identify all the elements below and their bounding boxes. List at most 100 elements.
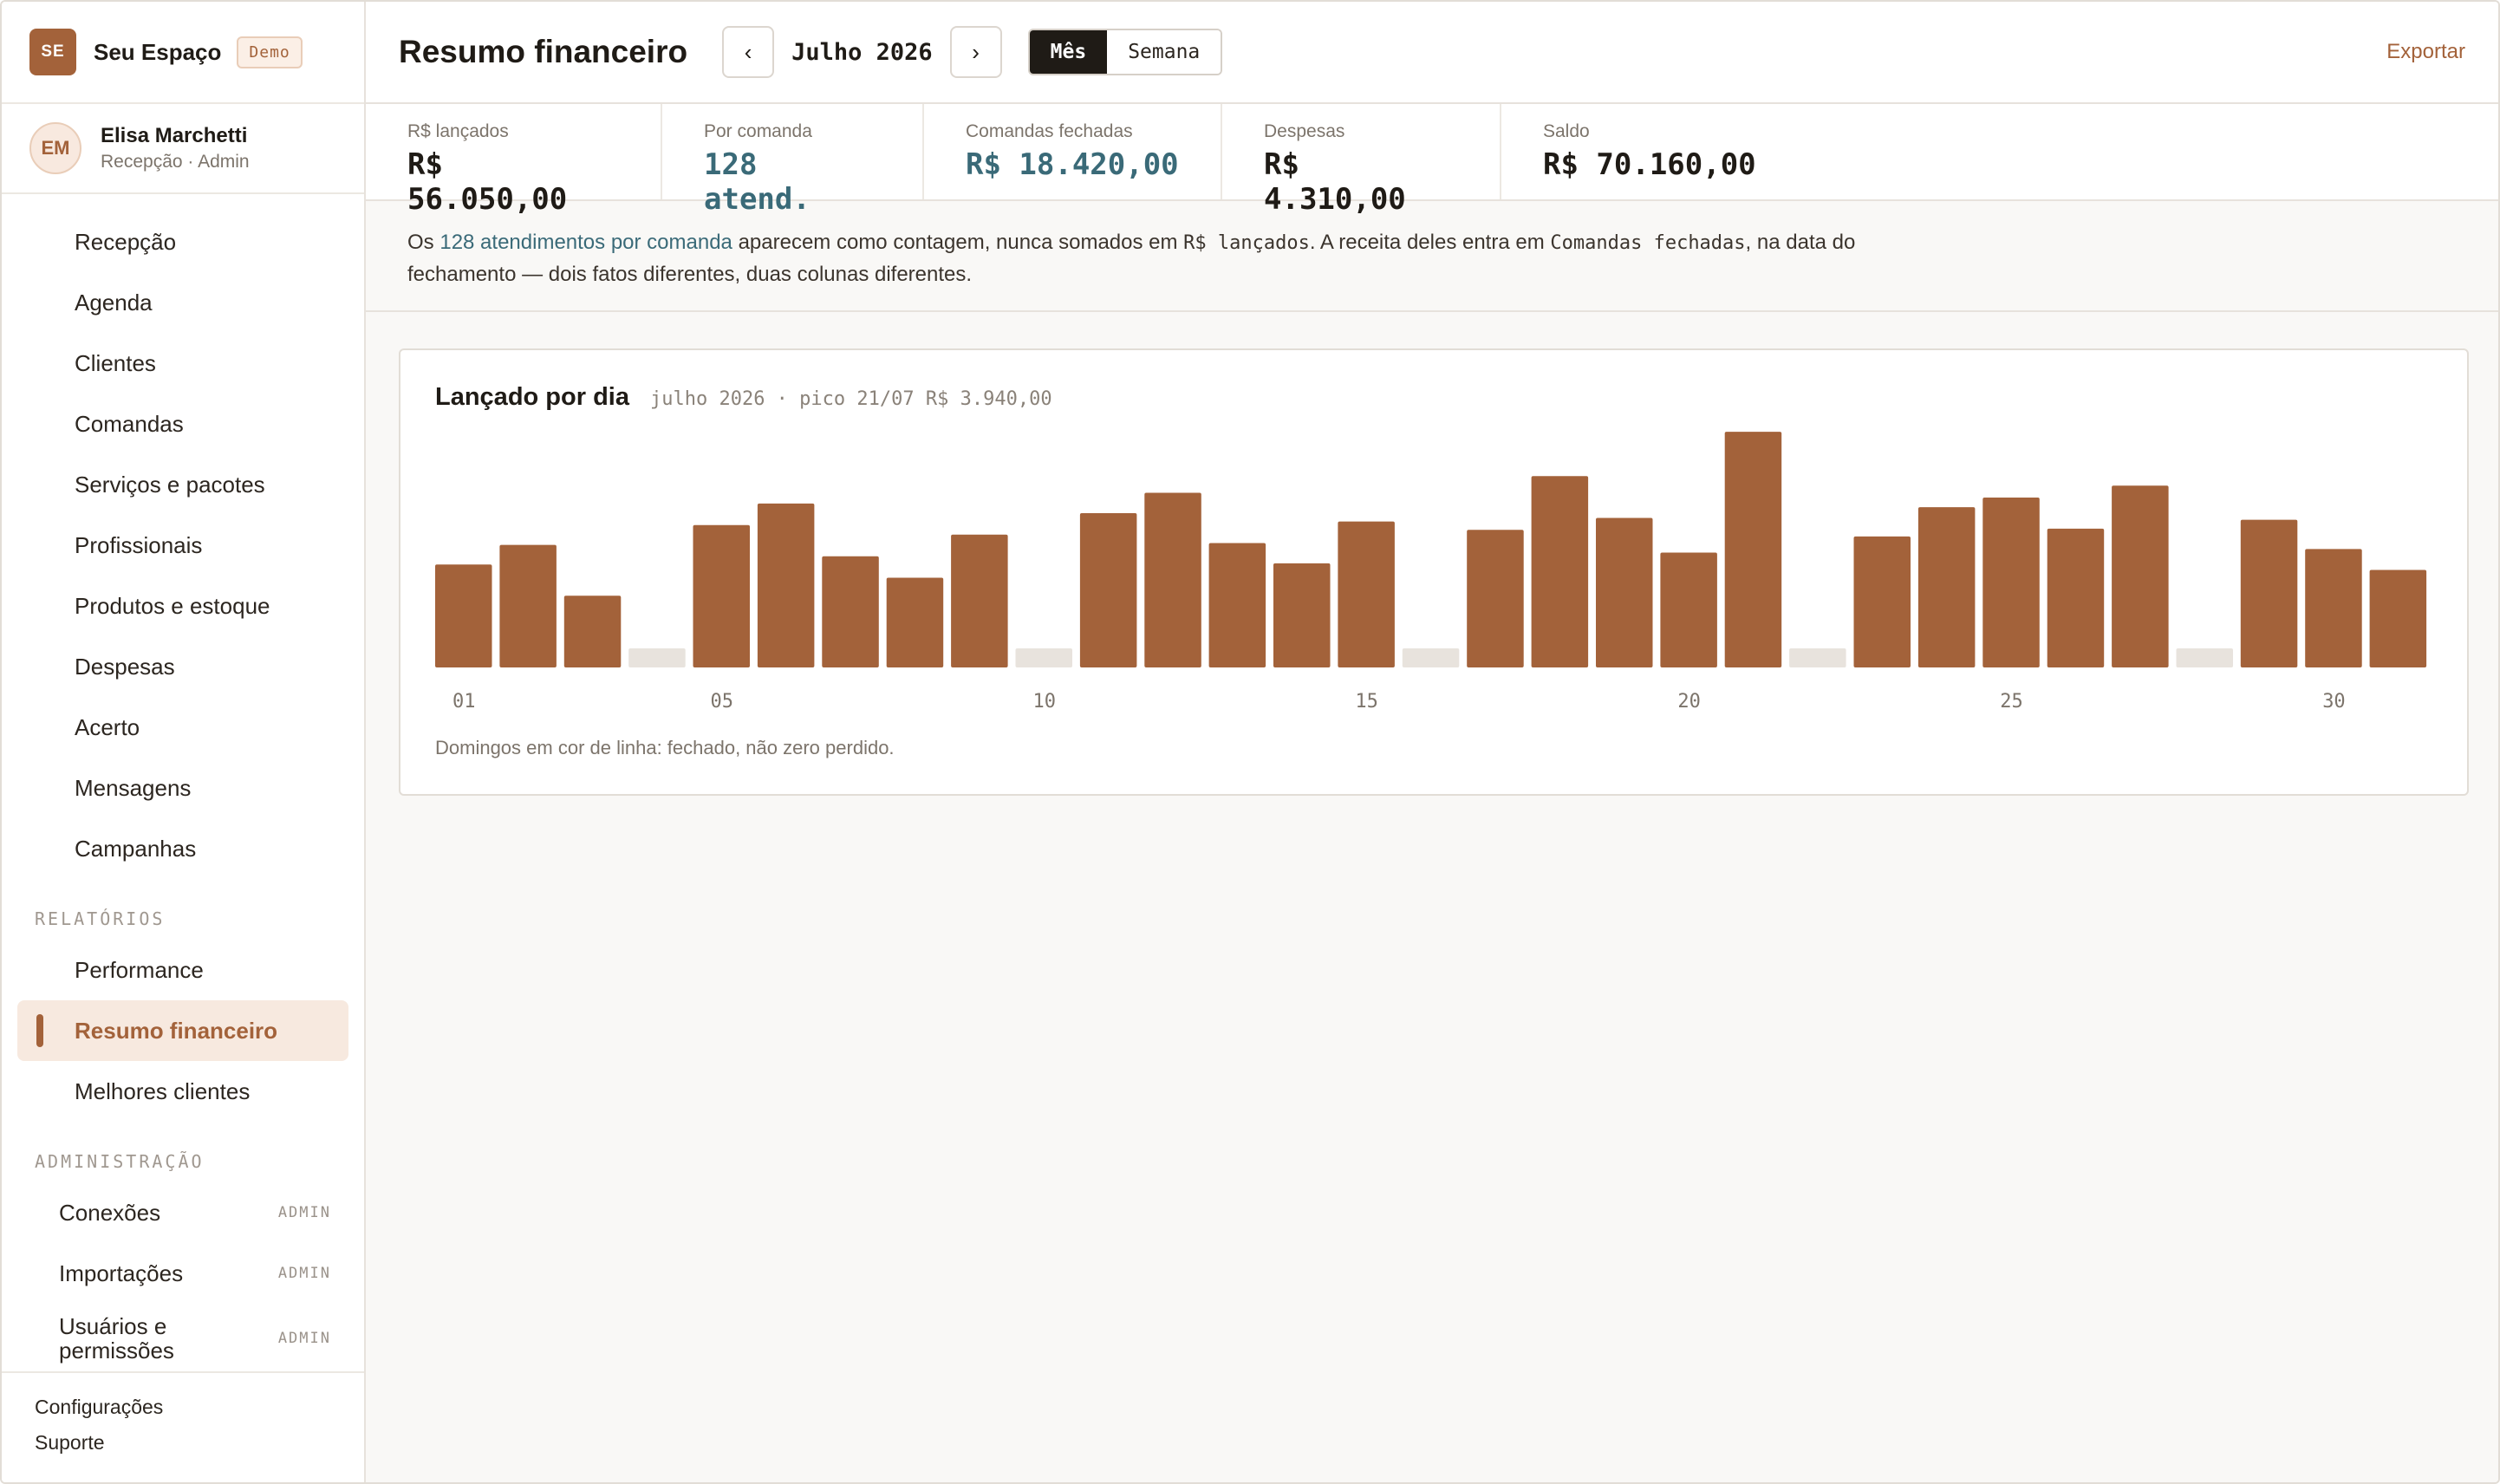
sidebar-item-label: Conexões bbox=[59, 1199, 161, 1226]
chart-bar[interactable] bbox=[2112, 485, 2169, 667]
info-note: Os 128 atendimentos por comanda aparecem… bbox=[366, 201, 2498, 312]
note-text: Os bbox=[407, 231, 440, 254]
sidebar-item-label: Produtos e estoque bbox=[75, 592, 270, 619]
user-info: Elisa Marchetti Recepção · Admin bbox=[101, 124, 250, 172]
x-tick-label: 25 bbox=[2000, 691, 2023, 713]
chart-bar[interactable] bbox=[1724, 432, 1782, 667]
sidebar-item-label: Agenda bbox=[75, 289, 153, 316]
sidebar-item-melhores-clientes[interactable]: Melhores clientes bbox=[17, 1061, 348, 1122]
chart-bar[interactable] bbox=[693, 524, 751, 667]
chart-bar[interactable] bbox=[1982, 498, 2040, 667]
sidebar-item-label: Performance bbox=[75, 956, 204, 983]
user-role: Recepção · Admin bbox=[101, 152, 250, 172]
sidebar-item-resumo-financeiro[interactable]: Resumo financeiro bbox=[17, 1000, 348, 1061]
kpi-label: Despesas bbox=[1264, 121, 1345, 141]
chart-bar-closed-day[interactable] bbox=[1015, 648, 1073, 667]
support-link[interactable]: Suporte bbox=[35, 1431, 364, 1455]
chart-bar-closed-day[interactable] bbox=[628, 648, 686, 667]
sidebar-item-label: Melhores clientes bbox=[75, 1077, 251, 1104]
chart-footnote: Domingos em cor de linha: fechado, não z… bbox=[435, 737, 895, 758]
chart-bar[interactable] bbox=[2369, 570, 2427, 668]
chart-bar[interactable] bbox=[822, 556, 879, 667]
section-title-relatorios: RELATÓRIOS bbox=[35, 908, 166, 929]
x-tick-label: 01 bbox=[452, 691, 476, 713]
sidebar: SE Seu Espaço Demo EM Elisa Marchetti Re… bbox=[2, 2, 366, 1482]
chart-bar[interactable] bbox=[1853, 536, 1911, 667]
chevron-left-icon: ‹ bbox=[744, 38, 752, 65]
chart-bar[interactable] bbox=[757, 503, 815, 667]
chart-bar[interactable] bbox=[1531, 476, 1589, 667]
settings-link[interactable]: Configurações bbox=[35, 1396, 364, 1419]
x-tick-label: 05 bbox=[711, 691, 734, 713]
sidebar-item-mensagens[interactable]: Mensagens bbox=[17, 758, 348, 818]
chart-bar[interactable] bbox=[886, 577, 944, 668]
chart-bar[interactable] bbox=[951, 534, 1008, 667]
brand-logo: SE bbox=[29, 29, 76, 75]
kpi-saldo: Saldo R$ 70.160,00 bbox=[1501, 104, 1798, 199]
next-period-button[interactable]: › bbox=[949, 26, 1002, 78]
chart-bar[interactable] bbox=[1079, 513, 1137, 667]
chart-bar[interactable] bbox=[1208, 543, 1266, 668]
sidebar-item-label: Acerto bbox=[75, 713, 140, 740]
sidebar-item-usuarios[interactable]: Usuários e permissões ADMIN bbox=[2, 1304, 364, 1373]
chart-bar[interactable] bbox=[1273, 563, 1331, 667]
mode-month-button[interactable]: Mês bbox=[1029, 30, 1108, 74]
sidebar-item-importacoes[interactable]: Importações ADMIN bbox=[2, 1243, 364, 1304]
sidebar-item-label: Resumo financeiro bbox=[75, 1017, 278, 1044]
kpi-comandas-fechadas: Comandas fechadas R$ 18.420,00 bbox=[924, 104, 1222, 199]
avatar: EM bbox=[29, 122, 81, 174]
sidebar-item-clientes[interactable]: Clientes bbox=[17, 333, 348, 394]
chart-bar[interactable] bbox=[1144, 492, 1201, 668]
sidebar-item-label: Serviços e pacotes bbox=[75, 471, 265, 498]
sidebar-item-produtos[interactable]: Produtos e estoque bbox=[17, 576, 348, 636]
top-bar: Resumo financeiro ‹ Julho 2026 › Mês Sem… bbox=[366, 2, 2498, 104]
chart-bar[interactable] bbox=[1917, 507, 1976, 667]
note-code: R$ lançados bbox=[1183, 232, 1310, 254]
card-title: Lançado por dia bbox=[435, 383, 629, 411]
chart-bar[interactable] bbox=[1596, 517, 1653, 668]
note-text: . A receita deles entra em bbox=[1309, 231, 1551, 254]
user-name: Elisa Marchetti bbox=[101, 124, 248, 147]
chart-bar[interactable] bbox=[1467, 530, 1524, 667]
mode-week-button[interactable]: Semana bbox=[1107, 30, 1221, 74]
chart-bar-closed-day[interactable] bbox=[1402, 648, 1460, 667]
kpi-value: 128 atend. bbox=[704, 147, 811, 217]
export-button[interactable]: Exportar bbox=[2386, 40, 2465, 64]
app-window: SE Seu Espaço Demo EM Elisa Marchetti Re… bbox=[0, 0, 2500, 1484]
sidebar-item-profissionais[interactable]: Profissionais bbox=[17, 515, 348, 576]
sidebar-item-recepcao[interactable]: Recepção bbox=[17, 212, 348, 272]
sidebar-item-performance[interactable]: Performance bbox=[17, 940, 348, 1000]
admin-tag: ADMIN bbox=[277, 1330, 331, 1347]
kpi-value: R$ 4.310,00 bbox=[1264, 147, 1406, 217]
chart-bar[interactable] bbox=[1660, 552, 1717, 668]
chart-bar-closed-day[interactable] bbox=[2176, 648, 2234, 667]
card-subtitle: julho 2026 · pico 21/07 R$ 3.940,00 bbox=[649, 388, 1052, 410]
chart-bar[interactable] bbox=[1338, 521, 1395, 667]
user-card[interactable]: EM Elisa Marchetti Recepção · Admin bbox=[2, 104, 364, 194]
sidebar-item-despesas[interactable]: Despesas bbox=[17, 636, 348, 697]
sidebar-item-comandas[interactable]: Comandas bbox=[17, 394, 348, 454]
demo-badge: Demo bbox=[237, 36, 303, 68]
kpi-label: Por comanda bbox=[704, 121, 812, 141]
chart-bar[interactable] bbox=[499, 544, 557, 667]
note-link[interactable]: 128 atendimentos por comanda bbox=[439, 231, 732, 254]
sidebar-item-conexoes[interactable]: Conexões ADMIN bbox=[2, 1182, 364, 1243]
page-title: Resumo financeiro bbox=[399, 34, 688, 69]
chart-bar[interactable] bbox=[435, 564, 492, 667]
chevron-right-icon: › bbox=[972, 38, 980, 65]
brand-header: SE Seu Espaço Demo bbox=[2, 2, 364, 104]
sidebar-item-campanhas[interactable]: Campanhas bbox=[17, 818, 348, 879]
main-content: Resumo financeiro ‹ Julho 2026 › Mês Sem… bbox=[366, 2, 2498, 1482]
chart-bar-closed-day[interactable] bbox=[1789, 648, 1846, 667]
sidebar-item-label: Comandas bbox=[75, 410, 184, 437]
kpi-strip: R$ lançados R$ 56.050,00 Por comanda 128… bbox=[366, 104, 2498, 217]
chart-bar[interactable] bbox=[2240, 519, 2298, 667]
sidebar-nav: Recepção Agenda Clientes Comandas Serviç… bbox=[2, 194, 364, 1373]
sidebar-item-servicos[interactable]: Serviços e pacotes bbox=[17, 454, 348, 515]
chart-bar[interactable] bbox=[2047, 528, 2105, 667]
chart-bar[interactable] bbox=[563, 596, 622, 667]
prev-period-button[interactable]: ‹ bbox=[722, 26, 775, 78]
chart-bar[interactable] bbox=[2305, 549, 2362, 667]
sidebar-item-agenda[interactable]: Agenda bbox=[17, 272, 348, 333]
sidebar-item-acerto[interactable]: Acerto bbox=[17, 697, 348, 758]
